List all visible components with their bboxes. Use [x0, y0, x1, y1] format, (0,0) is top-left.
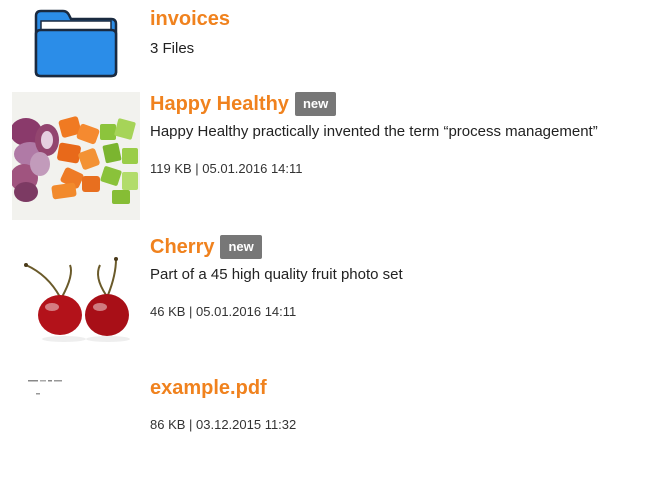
item-title[interactable]: invoices: [150, 8, 230, 31]
item-description: Happy Healthy practically invented the t…: [150, 123, 598, 140]
file-list: invoices 3 Files Happy Healthy new Happy…: [0, 0, 653, 491]
item-description: 3 Files: [150, 40, 195, 57]
item-title[interactable]: Cherry: [150, 236, 214, 259]
item-meta: 119 KB | 05.01.2016 14:11: [150, 161, 303, 176]
pdf-thumbnail[interactable]: [12, 377, 140, 417]
item-meta: 46 KB | 05.01.2016 14:11: [150, 304, 297, 319]
new-badge: new: [220, 235, 262, 259]
item-meta: 86 KB | 03.12.2015 11:32: [150, 417, 297, 432]
item-title[interactable]: Happy Healthy: [150, 93, 289, 116]
list-item-folder[interactable]: invoices 3 Files: [0, 0, 653, 85]
list-item-example-pdf[interactable]: example.pdf 86 KB | 03.12.2015 11:32: [0, 377, 653, 447]
new-badge: new: [294, 92, 337, 116]
list-item-happy-healthy[interactable]: Happy Healthy new Happy Healthy practica…: [0, 92, 653, 222]
vegetables-thumbnail[interactable]: [12, 92, 140, 220]
item-title[interactable]: example.pdf: [150, 377, 267, 400]
item-description: Part of a 45 high quality fruit photo se…: [150, 266, 403, 283]
cherry-thumbnail[interactable]: [12, 235, 140, 363]
list-item-cherry[interactable]: Cherry new Part of a 45 high quality fru…: [0, 235, 653, 365]
folder-icon[interactable]: [33, 8, 119, 78]
